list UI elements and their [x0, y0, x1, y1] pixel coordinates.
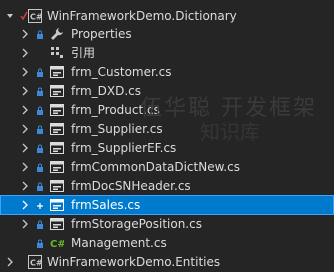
chevron-right-icon[interactable]	[20, 66, 30, 78]
lock-icon	[36, 29, 44, 39]
chevron-right-icon[interactable]	[20, 199, 30, 211]
tree-item-label: frmDocSNHeader.cs	[71, 179, 191, 193]
tree-item-frm-customer[interactable]: frm_Customer.cs	[0, 62, 334, 82]
previous-item-edge	[0, 0, 334, 4]
chevron-right-icon[interactable]	[20, 218, 30, 230]
lock-icon	[36, 105, 44, 115]
wrench-icon	[50, 27, 64, 41]
csharp-file-icon: C#	[50, 236, 66, 250]
csharp-project-icon: C#	[28, 255, 43, 269]
form-icon	[50, 84, 64, 98]
tree-item-label: frm_SupplierEF.cs	[71, 141, 177, 155]
lock-icon	[36, 124, 44, 134]
chevron-right-icon[interactable]	[20, 28, 30, 40]
tree-item-frm-product[interactable]: frm_Product.cs	[0, 100, 334, 120]
tree-item-label: frmSales.cs	[71, 198, 141, 212]
lock-icon	[36, 67, 44, 77]
tree-item-management[interactable]: C# Management.cs	[0, 233, 334, 253]
tree-item-frm-common-data-dict-new[interactable]: frmCommonDataDictNew.cs	[0, 157, 334, 177]
tree-item-label: frm_DXD.cs	[71, 84, 142, 98]
form-icon	[50, 198, 64, 212]
plus-icon	[36, 200, 44, 210]
tree-item-references[interactable]: 引用	[0, 43, 334, 63]
lock-icon	[36, 86, 44, 96]
tree-item-label: frm_Supplier.cs	[71, 122, 163, 136]
tree-item-label: frmCommonDataDictNew.cs	[71, 160, 240, 174]
tree-item-label: Properties	[71, 27, 132, 41]
chevron-right-icon[interactable]	[20, 123, 30, 135]
checkmark-icon	[20, 10, 28, 21]
tree-item-frm-storage-position[interactable]: frmStoragePosition.cs	[0, 214, 334, 234]
csharp-project-icon: C#	[28, 9, 43, 23]
chevron-right-icon[interactable]	[20, 142, 30, 154]
lock-icon	[36, 143, 44, 153]
project-row-dictionary[interactable]: C# WinFrameworkDemo.Dictionary	[0, 6, 334, 26]
svg-text:C#: C#	[50, 239, 64, 250]
tree-item-frm-supplier-ef[interactable]: frm_SupplierEF.cs	[0, 138, 334, 158]
tree-item-label: 引用	[71, 46, 96, 60]
tree-item-label: frm_Product.cs	[71, 103, 160, 117]
solution-explorer-tree: C# WinFrameworkDemo.Dictionary Propertie…	[0, 0, 334, 269]
tree-item-label: frmStoragePosition.cs	[71, 217, 202, 231]
project-row-entities[interactable]: C# WinFrameworkDemo.Entities	[0, 252, 334, 272]
form-icon	[50, 160, 64, 174]
tree-item-frm-doc-sn-header[interactable]: frmDocSNHeader.cs	[0, 176, 334, 196]
chevron-right-icon[interactable]	[5, 256, 15, 268]
form-icon	[50, 103, 64, 117]
lock-icon	[36, 162, 44, 172]
form-icon	[50, 122, 64, 136]
tree-item-label: Management.cs	[71, 236, 167, 250]
chevron-right-icon[interactable]	[20, 161, 30, 173]
lock-icon	[36, 219, 44, 229]
chevron-down-icon[interactable]	[5, 10, 15, 22]
chevron-right-icon[interactable]	[20, 104, 30, 116]
references-icon	[50, 46, 64, 60]
svg-text:C#: C#	[30, 13, 42, 22]
chevron-right-icon[interactable]	[20, 180, 30, 192]
tree-item-properties[interactable]: Properties	[0, 24, 334, 44]
form-icon	[50, 179, 64, 193]
lock-icon	[36, 238, 44, 248]
project-label: WinFrameworkDemo.Dictionary	[47, 9, 237, 23]
tree-item-label: frm_Customer.cs	[71, 65, 172, 79]
form-icon	[50, 217, 64, 231]
tree-item-frm-dxd[interactable]: frm_DXD.cs	[0, 81, 334, 101]
tree-item-frm-sales[interactable]: frmSales.cs	[0, 195, 334, 215]
chevron-right-icon[interactable]	[20, 85, 30, 97]
lock-icon	[36, 181, 44, 191]
form-icon	[50, 141, 64, 155]
chevron-right-icon[interactable]	[20, 47, 30, 59]
svg-text:C#: C#	[30, 259, 42, 268]
tree-item-frm-supplier[interactable]: frm_Supplier.cs	[0, 119, 334, 139]
project-label: WinFrameworkDemo.Entities	[47, 255, 221, 269]
form-icon	[50, 65, 64, 79]
